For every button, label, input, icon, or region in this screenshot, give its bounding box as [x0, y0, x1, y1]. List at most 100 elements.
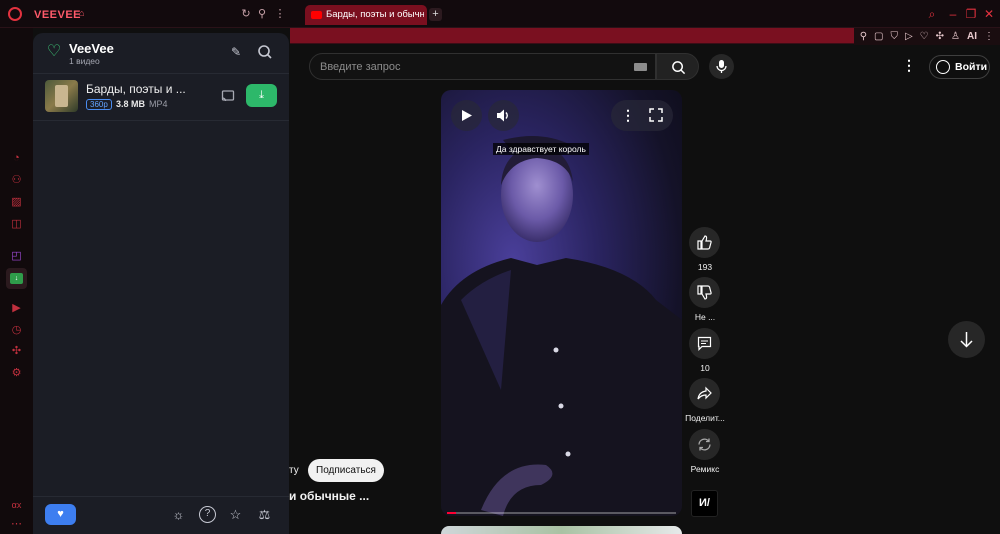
video-caption: Да здравствует король	[493, 143, 589, 155]
more-icon[interactable]: ⋮	[272, 6, 288, 22]
tab-title: Барды, поэты и обычные	[326, 9, 424, 20]
voice-search-button[interactable]	[709, 54, 734, 79]
progress-bar[interactable]	[447, 512, 676, 514]
shield-icon[interactable]: ⛉	[890, 31, 898, 42]
shorts-video[interactable]: ⋮ Да здравствует король	[441, 90, 682, 516]
pin-icon[interactable]: ⚲	[254, 6, 270, 22]
file-size: 3.8 MB	[116, 99, 146, 109]
video-title[interactable]: и обычные ...	[289, 489, 369, 503]
notes-icon[interactable]: ◫	[10, 218, 23, 231]
puzzle-icon[interactable]: ✣	[936, 31, 944, 42]
player-icon[interactable]: ▶	[10, 302, 23, 315]
close-icon[interactable]: ✕	[982, 7, 996, 21]
new-tab-button[interactable]: +	[429, 8, 442, 21]
volume-button[interactable]	[488, 100, 519, 131]
play-icon[interactable]: ▷	[905, 31, 913, 42]
pin-icon[interactable]: ⚲	[860, 31, 867, 42]
settings-menu-button[interactable]: ⋮	[902, 58, 916, 73]
history-icon[interactable]: ◷	[10, 324, 23, 337]
search-button[interactable]	[656, 53, 699, 80]
remix-label: Ремикс	[690, 464, 720, 474]
snapshot-icon[interactable]: ▢	[874, 31, 883, 42]
veevee-panel: ♡ VeeVee 1 видео ✎ Барды, поэты и ... 36…	[33, 33, 289, 534]
opera-logo-icon[interactable]	[8, 7, 22, 21]
sun-icon[interactable]: ☼	[170, 506, 187, 523]
more-icon[interactable]: ⋮	[984, 31, 994, 42]
youtube-icon	[311, 11, 322, 19]
arrow-down-icon	[960, 332, 973, 348]
browser-window: VEEVEE ⌂ ↻ ⚲ ⋮ Барды, поэты и обычные + …	[0, 0, 1000, 534]
download-icon: ⤓	[259, 89, 264, 101]
search-placeholder: Введите запрос	[320, 61, 401, 73]
brush-icon[interactable]: ✎	[228, 45, 244, 61]
twitch-icon[interactable]: ◰	[10, 250, 23, 263]
help-icon[interactable]: ?	[199, 506, 216, 523]
search-icon[interactable]: ⌕	[925, 7, 939, 22]
veevee-icon: ↓	[10, 273, 23, 284]
play-button[interactable]	[451, 100, 482, 131]
image-icon[interactable]: ▨	[10, 196, 23, 209]
like-button[interactable]	[689, 227, 720, 258]
next-video-button[interactable]	[948, 321, 985, 358]
channel-name[interactable]: ту	[289, 465, 299, 476]
divider	[33, 496, 289, 497]
item-title: Барды, поэты и ...	[86, 82, 186, 96]
divider	[33, 120, 289, 121]
scale-icon[interactable]: ⚖	[256, 506, 273, 523]
extensions-bar: ⚲ ▢ ⛉ ▷ ♡ ✣ ♙ AI ⋮	[853, 28, 1000, 45]
heart-icon[interactable]: ♡	[920, 31, 929, 42]
login-label: Войти	[955, 61, 988, 73]
cast-icon[interactable]	[221, 89, 235, 103]
share-button[interactable]	[689, 378, 720, 409]
tab-youtube[interactable]: Барды, поэты и обычные	[305, 5, 427, 25]
heart-icon: ♥	[57, 508, 64, 520]
remix-button[interactable]	[689, 429, 720, 460]
sidebar-label: αx	[11, 500, 22, 510]
extensions-icon[interactable]: ✣	[10, 345, 23, 358]
shorts-logo[interactable]: И/	[691, 490, 718, 517]
comments-button[interactable]	[689, 328, 720, 359]
panel-subtitle: 1 видео	[69, 56, 100, 66]
speed-dial-icon[interactable]: ◔	[10, 152, 23, 165]
like-icon	[697, 235, 712, 250]
fullscreen-icon[interactable]	[649, 108, 663, 122]
mic-icon	[716, 60, 727, 73]
next-video-thumbnail[interactable]	[441, 526, 682, 534]
login-button[interactable]: Войти	[929, 55, 990, 79]
settings-icon[interactable]: ⚙	[10, 367, 23, 380]
aria-icon[interactable]: ⚇	[10, 174, 23, 187]
panel-title: VeeVee	[69, 41, 114, 56]
comment-icon	[697, 336, 712, 351]
more-icon[interactable]: ⋯	[10, 518, 23, 531]
user-icon	[936, 60, 950, 74]
search-field[interactable]: Введите запрос	[309, 53, 656, 80]
keyboard-icon[interactable]	[634, 63, 647, 71]
minimize-icon[interactable]: –	[946, 7, 960, 21]
remix-icon	[698, 438, 711, 451]
quality-badge[interactable]: 360p	[86, 99, 112, 110]
video-menu: ⋮	[611, 100, 673, 131]
star-icon[interactable]: ☆	[227, 506, 244, 523]
video-thumbnail	[45, 80, 78, 112]
browser-brand: VEEVEE	[34, 9, 82, 21]
play-icon	[462, 110, 472, 121]
search-icon[interactable]	[257, 44, 273, 60]
maximize-icon[interactable]: ❐	[964, 7, 978, 21]
veevee-logo-icon: ♡	[46, 43, 62, 60]
list-item[interactable]: Барды, поэты и ... 360p 3.8 MB MP4 ⤓	[33, 74, 289, 120]
progress-fill	[447, 512, 457, 514]
browser-sidebar: ◔ ⚇ ▨ ◫ ◰ ↓ ▶ ◷ ✣ ⚙ αx ⋯	[0, 28, 33, 534]
comment-count: 10	[700, 363, 710, 373]
dislike-label: Не ...	[694, 312, 716, 322]
dislike-button[interactable]	[689, 277, 720, 308]
ai-button[interactable]: AI	[967, 31, 977, 42]
more-icon[interactable]: ⋮	[621, 107, 635, 123]
subscribe-button[interactable]: Подписаться	[308, 459, 384, 482]
search-icon	[672, 61, 686, 75]
dislike-icon	[697, 285, 712, 300]
browser-topbar: VEEVEE ⌂ ↻ ⚲ ⋮ Барды, поэты и обычные + …	[0, 0, 1000, 28]
user-icon[interactable]: ♙	[951, 31, 960, 42]
download-button[interactable]: ⤓	[246, 84, 277, 107]
reload-icon[interactable]: ↻	[238, 6, 254, 22]
donate-button[interactable]: ♥	[45, 504, 76, 525]
